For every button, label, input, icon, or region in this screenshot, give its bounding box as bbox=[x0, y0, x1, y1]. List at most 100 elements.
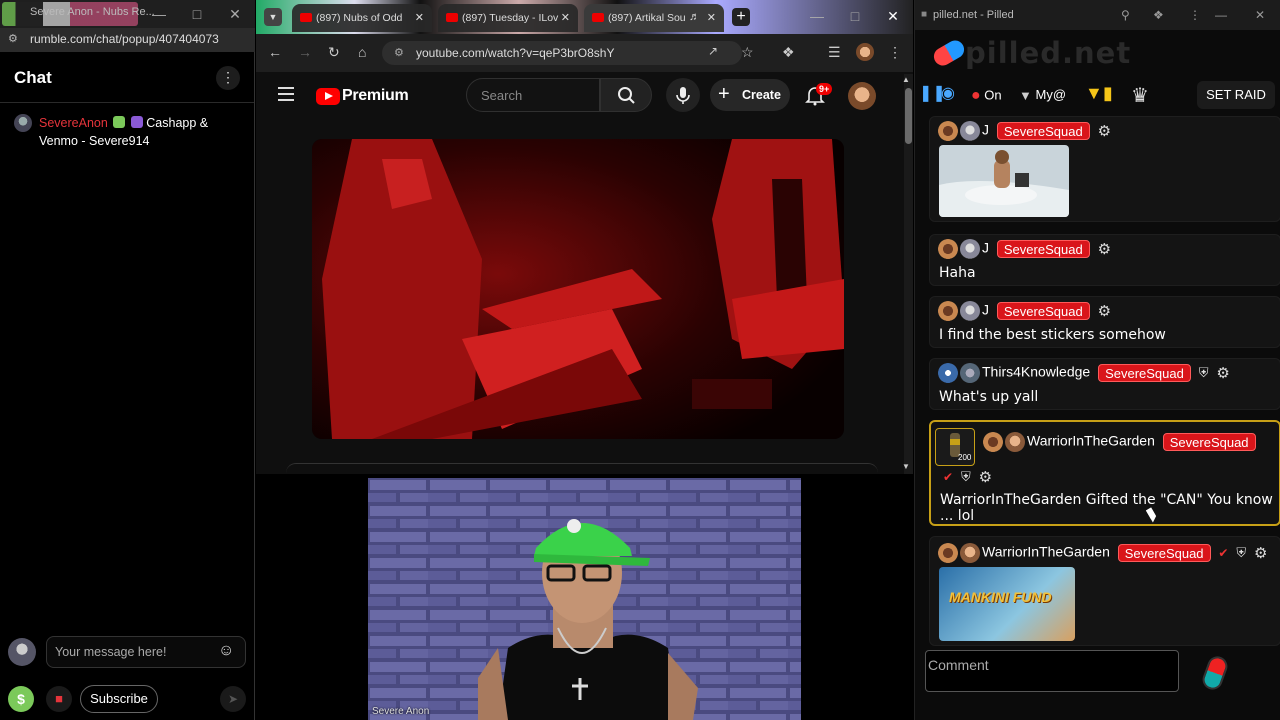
squad-badge: SevereSquad bbox=[1098, 364, 1191, 382]
extensions-icon[interactable]: ❖ bbox=[782, 44, 795, 61]
youtube-logo-icon[interactable] bbox=[316, 88, 340, 105]
scroll-up-icon[interactable]: ▲ bbox=[902, 75, 910, 84]
minimize-button[interactable]: — bbox=[798, 2, 836, 30]
pill-filter-button[interactable]: ▼▮ bbox=[1085, 83, 1113, 109]
toggle-on-button[interactable]: ● On bbox=[971, 83, 1002, 109]
tab-close-icon[interactable]: ✕ bbox=[415, 11, 424, 24]
avatar[interactable] bbox=[938, 543, 958, 563]
url-bar[interactable]: rumble.com/chat/popup/407404073 bbox=[0, 28, 255, 52]
chat-feed: J SevereSquad ⚙ J SevereSquad ⚙ Haha J S… bbox=[929, 116, 1280, 646]
close-button[interactable]: ✕ bbox=[216, 0, 254, 28]
gear-icon[interactable]: ⚙ bbox=[1216, 364, 1229, 382]
my-mentions-filter[interactable]: ▼ My@ bbox=[1019, 83, 1066, 109]
tab-tuesday[interactable]: (897) Tuesday - ILov ✕ bbox=[438, 4, 578, 32]
premium-badge-icon bbox=[130, 116, 143, 128]
message-username[interactable]: SevereAnon bbox=[39, 116, 108, 130]
avatar[interactable] bbox=[1005, 432, 1025, 452]
premium-brand[interactable]: Premium bbox=[342, 87, 409, 105]
divider bbox=[0, 102, 254, 103]
rant-dollar-button[interactable]: $ bbox=[8, 686, 34, 712]
message-header: WarriorInTheGarden SevereSquad bbox=[983, 432, 1256, 452]
search-input[interactable] bbox=[467, 79, 587, 111]
tab-close-icon[interactable]: ✕ bbox=[561, 11, 570, 24]
site-info-icon[interactable]: ⚙ bbox=[394, 46, 404, 59]
reload-icon[interactable]: ↻ bbox=[328, 44, 340, 61]
close-button[interactable]: ✕ bbox=[1255, 8, 1265, 22]
gift-icon[interactable]: ■ bbox=[46, 686, 72, 712]
maximize-button[interactable]: □ bbox=[836, 2, 874, 30]
rumble-chat-window: Severe Anon - Nubs Re... — □ ✕ rumble.co… bbox=[0, 0, 255, 720]
avatar[interactable] bbox=[960, 301, 980, 321]
chat-bubble-button[interactable]: ◉ bbox=[941, 83, 955, 109]
tab-nubs[interactable]: (897) Nubs of Odd ✕ bbox=[292, 4, 432, 32]
gear-icon[interactable]: ⚙ bbox=[1254, 544, 1267, 562]
voice-search-button[interactable] bbox=[666, 78, 700, 112]
account-avatar[interactable] bbox=[848, 82, 876, 110]
shield-icon: ⛨ bbox=[960, 469, 971, 485]
gift-message: 200 WarriorInTheGarden SevereSquad ✔ ⛨ ⚙… bbox=[929, 420, 1280, 526]
bookmark-star-icon[interactable]: ☆ bbox=[741, 44, 754, 61]
browser-menu-icon[interactable]: ⋮ bbox=[888, 44, 902, 61]
tab-close-icon[interactable]: ✕ bbox=[707, 11, 716, 24]
avatar[interactable] bbox=[938, 239, 958, 259]
window-title: pilled.net - Pilled bbox=[933, 9, 1014, 21]
extensions-icon[interactable]: ❖ bbox=[1153, 8, 1164, 22]
video-player[interactable] bbox=[312, 139, 844, 439]
zoom-icon[interactable]: ⚲ bbox=[1121, 8, 1130, 22]
guide-menu-icon[interactable] bbox=[278, 87, 294, 105]
open-in-app-icon[interactable]: ↗ bbox=[708, 44, 718, 58]
scrollbar-thumb[interactable] bbox=[905, 88, 912, 144]
emoji-icon[interactable]: ☺ bbox=[218, 642, 234, 660]
avatar[interactable] bbox=[960, 543, 980, 563]
gear-icon[interactable]: ⚙ bbox=[979, 468, 992, 486]
avatar[interactable] bbox=[960, 121, 980, 141]
avatar[interactable] bbox=[938, 121, 958, 141]
maximize-button[interactable]: □ bbox=[178, 0, 216, 28]
send-pill-icon[interactable] bbox=[1199, 653, 1231, 693]
minimize-button[interactable]: — bbox=[1215, 8, 1227, 22]
sticker-caption: MANKINI FUND bbox=[949, 589, 1052, 605]
new-tab-button[interactable]: + bbox=[732, 8, 750, 26]
username[interactable]: Thirs4Knowledge bbox=[982, 364, 1090, 380]
avatar[interactable] bbox=[983, 432, 1003, 452]
username[interactable]: WarriorInTheGarden bbox=[1027, 433, 1155, 449]
avatar[interactable] bbox=[938, 301, 958, 321]
back-icon[interactable]: ← bbox=[268, 44, 282, 60]
gear-icon[interactable]: ⚙ bbox=[1098, 122, 1111, 140]
squad-badge: SevereSquad bbox=[1117, 544, 1211, 562]
tab-artikal[interactable]: (897) Artikal Sou ♬ ✕ bbox=[584, 4, 724, 32]
set-raid-button[interactable]: SET RAID bbox=[1197, 81, 1275, 109]
site-info-icon[interactable]: ⚙ bbox=[8, 32, 22, 46]
home-icon[interactable]: ⌂ bbox=[358, 44, 366, 60]
close-button[interactable]: ✕ bbox=[874, 2, 912, 30]
subscribe-button[interactable]: Subscribe bbox=[80, 685, 158, 713]
tab-search-dropdown-icon[interactable]: ▼ bbox=[264, 8, 282, 26]
search-button[interactable] bbox=[600, 78, 652, 112]
profile-avatar[interactable] bbox=[856, 43, 874, 61]
media-control-icon[interactable]: ☰ bbox=[828, 44, 841, 61]
minimize-button[interactable]: — bbox=[140, 0, 178, 28]
avatar[interactable] bbox=[960, 239, 980, 259]
username[interactable]: J bbox=[982, 302, 989, 318]
avatar[interactable] bbox=[938, 363, 958, 383]
trophy-button[interactable]: ♛ bbox=[1131, 83, 1149, 109]
gear-icon[interactable]: ⚙ bbox=[1098, 240, 1111, 258]
comment-input[interactable] bbox=[926, 651, 1176, 691]
speaker-icon[interactable]: ♬ bbox=[689, 11, 700, 23]
send-icon[interactable]: ➤ bbox=[220, 686, 246, 712]
username[interactable]: WarriorInTheGarden bbox=[982, 544, 1110, 560]
more-options-button[interactable]: ⋮ bbox=[216, 66, 240, 90]
message-input[interactable] bbox=[47, 637, 207, 667]
address-bar[interactable]: youtube.com/watch?v=qeP3brO8shY bbox=[382, 41, 742, 65]
site-logo[interactable]: pilled.net bbox=[965, 36, 1131, 70]
gear-icon[interactable]: ⚙ bbox=[1098, 302, 1111, 320]
menu-icon[interactable]: ⋮ bbox=[1189, 8, 1201, 22]
username[interactable]: J bbox=[982, 122, 989, 138]
username[interactable]: J bbox=[982, 240, 989, 256]
scroll-down-icon[interactable]: ▼ bbox=[902, 462, 910, 471]
shield-icon: ⛨ bbox=[1198, 365, 1209, 380]
avatar[interactable] bbox=[960, 363, 980, 383]
message-text: Haha bbox=[939, 265, 976, 281]
user-avatar[interactable] bbox=[8, 638, 36, 666]
forward-icon[interactable]: → bbox=[298, 44, 312, 60]
